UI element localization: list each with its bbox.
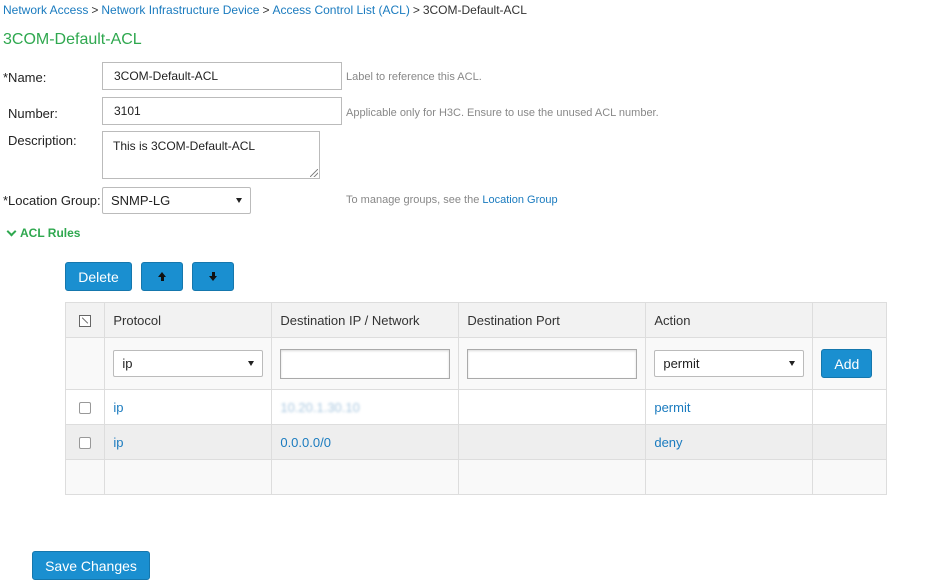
column-header-destination-ip: Destination IP / Network [271, 302, 460, 338]
number-hint: Applicable only for H3C. Ensure to use t… [346, 107, 659, 119]
location-group-link[interactable]: Location Group [482, 194, 557, 206]
row-checkbox-cell [64, 424, 106, 460]
new-rule-protocol-select[interactable]: ip [113, 350, 264, 377]
number-field[interactable]: 3101 [102, 97, 342, 125]
row-protocol[interactable]: ip [104, 424, 273, 460]
column-header-empty [812, 302, 887, 338]
chevron-down-icon [236, 198, 242, 203]
new-rule-protocol-value: ip [122, 356, 133, 371]
new-rule-destination-ip-input[interactable] [280, 348, 451, 379]
row-destination-port [458, 389, 647, 425]
breadcrumb: Network Access > Network Infrastructure De… [3, 3, 527, 17]
breadcrumb-network-infrastructure-device[interactable]: Network Infrastructure Device [101, 3, 259, 17]
new-rule-empty-cell [64, 337, 106, 390]
description-field[interactable]: This is 3COM-Default-ACL [102, 131, 320, 179]
row-destination-ip-value: 10.20.1.30.10 [280, 399, 360, 415]
new-rule-destination-ip-cell [271, 337, 460, 390]
new-rule-action-select[interactable]: permit [654, 350, 805, 377]
chevron-down-icon [248, 361, 255, 366]
save-changes-button[interactable]: Save Changes [32, 551, 150, 580]
name-hint: Label to reference this ACL. [346, 71, 482, 83]
column-header-action: Action [645, 302, 814, 338]
number-label: Number: [8, 106, 58, 121]
chevron-down-icon [789, 361, 796, 366]
row-destination-port [458, 424, 647, 460]
page-title: 3COM-Default-ACL [3, 31, 142, 48]
column-header-protocol: Protocol [104, 302, 273, 338]
new-rule-destination-port-input[interactable] [467, 348, 638, 379]
row-empty-cell [812, 389, 887, 425]
row-protocol[interactable]: ip [104, 389, 273, 425]
arrow-down-icon [209, 272, 217, 281]
resize-handle-icon[interactable] [310, 169, 318, 177]
acl-rules-toggle[interactable]: ACL Rules [6, 226, 81, 240]
empty-cell [64, 459, 106, 495]
new-rule-action-value: permit [663, 356, 700, 371]
row-destination-ip[interactable]: 0.0.0.0/0 [271, 424, 460, 460]
breadcrumb-separator: > [91, 3, 99, 17]
row-action[interactable]: deny [645, 424, 814, 460]
new-rule-add-cell: Add [812, 337, 887, 390]
empty-cell [645, 459, 814, 495]
empty-cell [104, 459, 273, 495]
column-header-destination-port: Destination Port [458, 302, 647, 338]
location-group-hint: To manage groups, see the Location Group [346, 194, 558, 206]
select-all-cell[interactable] [64, 302, 106, 338]
delete-button[interactable]: Delete [65, 262, 132, 291]
description-field-value: This is 3COM-Default-ACL [113, 139, 256, 153]
add-rule-button[interactable]: Add [821, 349, 873, 378]
name-label: *Name: [3, 70, 47, 85]
name-field[interactable]: 3COM-Default-ACL [102, 62, 342, 90]
breadcrumb-separator: > [262, 3, 270, 17]
row-checkbox-cell [64, 389, 106, 425]
row-checkbox[interactable] [79, 402, 92, 415]
location-group-label: *Location Group: [3, 193, 101, 208]
new-rule-protocol-cell: ip [104, 337, 273, 390]
description-label: Description: [8, 133, 77, 148]
move-down-button[interactable] [192, 262, 234, 291]
empty-cell [271, 459, 460, 495]
breadcrumb-separator: > [412, 3, 420, 17]
empty-cell [812, 459, 887, 495]
move-up-button[interactable] [141, 262, 183, 291]
breadcrumb-network-access[interactable]: Network Access [3, 3, 88, 17]
location-group-hint-text: To manage groups, see the [346, 194, 480, 206]
row-checkbox[interactable] [79, 437, 92, 450]
row-empty-cell [812, 424, 887, 460]
location-group-select[interactable]: SNMP-LG [102, 187, 251, 214]
breadcrumb-access-control-list[interactable]: Access Control List (ACL) [272, 3, 409, 17]
row-destination-ip[interactable]: 10.20.1.30.10 [271, 389, 460, 425]
chevron-down-icon [6, 226, 17, 236]
select-all-icon[interactable] [79, 315, 92, 328]
acl-rules-title: ACL Rules [20, 226, 81, 240]
arrow-up-icon [158, 272, 166, 281]
new-rule-action-cell: permit [645, 337, 814, 390]
table-row: ip 0.0.0.0/0 deny [64, 424, 887, 460]
row-action[interactable]: permit [645, 389, 814, 425]
acl-rules-table: Protocol Destination IP / Network Destin… [64, 302, 887, 495]
number-field-value: 3101 [114, 104, 141, 118]
new-rule-destination-port-cell [458, 337, 647, 390]
new-rule-row: ip permit Add [64, 337, 887, 390]
name-field-value: 3COM-Default-ACL [114, 69, 219, 83]
breadcrumb-current: 3COM-Default-ACL [422, 3, 527, 17]
empty-cell [458, 459, 647, 495]
table-row: ip 10.20.1.30.10 permit [64, 389, 887, 425]
table-header-row: Protocol Destination IP / Network Destin… [64, 302, 887, 338]
location-group-value: SNMP-LG [111, 193, 171, 208]
empty-table-row [64, 459, 887, 495]
